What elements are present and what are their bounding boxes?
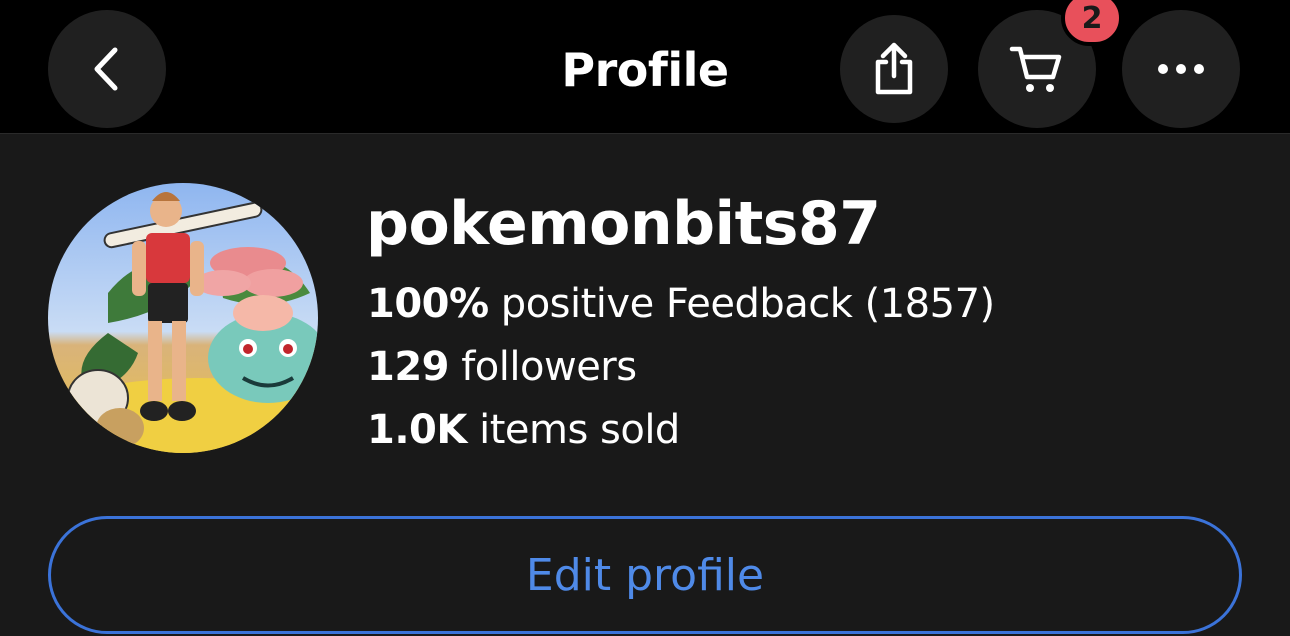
- username: pokemonbits87: [366, 189, 881, 259]
- share-button[interactable]: [840, 15, 948, 123]
- followers-value: 129: [367, 344, 450, 390]
- items-sold-label: items sold: [479, 407, 680, 453]
- items-sold-stat: 1.0K items sold: [367, 404, 680, 456]
- feedback-value: 100%: [367, 281, 489, 327]
- feedback-label: positive Feedback (1857): [500, 281, 995, 327]
- back-button[interactable]: [48, 10, 166, 128]
- more-options-button[interactable]: [1122, 10, 1240, 128]
- page-title: Profile: [561, 43, 729, 97]
- chevron-left-icon: [94, 47, 118, 91]
- edit-profile-button[interactable]: Edit profile: [48, 516, 1242, 634]
- items-sold-value: 1.0K: [367, 407, 467, 453]
- cart-count-badge: 2: [1061, 0, 1123, 46]
- followers-stat[interactable]: 129 followers: [367, 341, 637, 393]
- share-icon: [875, 42, 913, 95]
- cart-icon: [1009, 46, 1062, 92]
- feedback-stat[interactable]: 100% positive Feedback (1857): [367, 278, 995, 330]
- top-bar: Profile 2: [0, 0, 1290, 134]
- more-horizontal-icon: [1158, 64, 1204, 74]
- followers-label: followers: [461, 344, 637, 390]
- avatar[interactable]: [48, 183, 318, 453]
- avatar-illustration: [48, 183, 318, 453]
